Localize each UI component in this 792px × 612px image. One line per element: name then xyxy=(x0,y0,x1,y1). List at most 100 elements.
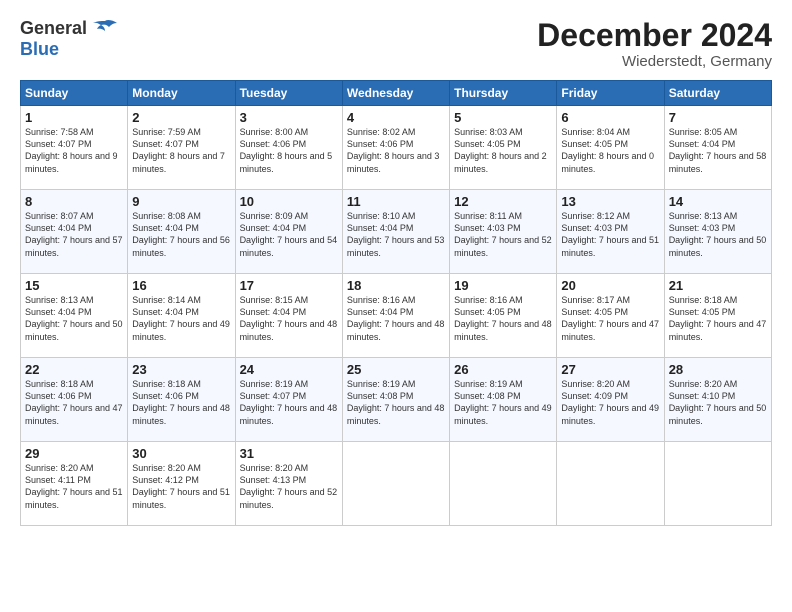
logo-general: General xyxy=(20,18,87,39)
day-number: 2 xyxy=(132,110,230,125)
calendar-cell: 7 Sunrise: 8:05 AM Sunset: 4:04 PM Dayli… xyxy=(664,106,771,190)
logo-bird-icon xyxy=(91,19,119,39)
day-number: 7 xyxy=(669,110,767,125)
day-number: 12 xyxy=(454,194,552,209)
calendar-cell: 23 Sunrise: 8:18 AM Sunset: 4:06 PM Dayl… xyxy=(128,358,235,442)
day-number: 30 xyxy=(132,446,230,461)
day-info: Sunrise: 8:19 AM Sunset: 4:08 PM Dayligh… xyxy=(347,378,445,427)
calendar-cell: 8 Sunrise: 8:07 AM Sunset: 4:04 PM Dayli… xyxy=(21,190,128,274)
calendar-cell: 1 Sunrise: 7:58 AM Sunset: 4:07 PM Dayli… xyxy=(21,106,128,190)
calendar-cell: 27 Sunrise: 8:20 AM Sunset: 4:09 PM Dayl… xyxy=(557,358,664,442)
calendar-cell: 31 Sunrise: 8:20 AM Sunset: 4:13 PM Dayl… xyxy=(235,442,342,526)
day-info: Sunrise: 8:20 AM Sunset: 4:12 PM Dayligh… xyxy=(132,462,230,511)
day-number: 15 xyxy=(25,278,123,293)
dow-header-friday: Friday xyxy=(557,81,664,106)
day-info: Sunrise: 8:07 AM Sunset: 4:04 PM Dayligh… xyxy=(25,210,123,259)
calendar-cell: 16 Sunrise: 8:14 AM Sunset: 4:04 PM Dayl… xyxy=(128,274,235,358)
dow-header-sunday: Sunday xyxy=(21,81,128,106)
calendar-cell: 2 Sunrise: 7:59 AM Sunset: 4:07 PM Dayli… xyxy=(128,106,235,190)
calendar-cell: 9 Sunrise: 8:08 AM Sunset: 4:04 PM Dayli… xyxy=(128,190,235,274)
day-number: 31 xyxy=(240,446,338,461)
day-info: Sunrise: 8:09 AM Sunset: 4:04 PM Dayligh… xyxy=(240,210,338,259)
day-info: Sunrise: 8:19 AM Sunset: 4:08 PM Dayligh… xyxy=(454,378,552,427)
calendar-cell: 19 Sunrise: 8:16 AM Sunset: 4:05 PM Dayl… xyxy=(450,274,557,358)
day-number: 4 xyxy=(347,110,445,125)
day-number: 19 xyxy=(454,278,552,293)
day-info: Sunrise: 8:02 AM Sunset: 4:06 PM Dayligh… xyxy=(347,126,445,175)
day-number: 10 xyxy=(240,194,338,209)
day-info: Sunrise: 8:20 AM Sunset: 4:10 PM Dayligh… xyxy=(669,378,767,427)
day-info: Sunrise: 8:13 AM Sunset: 4:03 PM Dayligh… xyxy=(669,210,767,259)
calendar-cell xyxy=(664,442,771,526)
subtitle: Wiederstedt, Germany xyxy=(537,53,772,70)
calendar-cell: 18 Sunrise: 8:16 AM Sunset: 4:04 PM Dayl… xyxy=(342,274,449,358)
calendar-cell: 20 Sunrise: 8:17 AM Sunset: 4:05 PM Dayl… xyxy=(557,274,664,358)
calendar-cell: 29 Sunrise: 8:20 AM Sunset: 4:11 PM Dayl… xyxy=(21,442,128,526)
day-info: Sunrise: 8:20 AM Sunset: 4:13 PM Dayligh… xyxy=(240,462,338,511)
logo: General Blue xyxy=(20,18,119,60)
day-info: Sunrise: 8:15 AM Sunset: 4:04 PM Dayligh… xyxy=(240,294,338,343)
calendar-cell: 4 Sunrise: 8:02 AM Sunset: 4:06 PM Dayli… xyxy=(342,106,449,190)
calendar-cell: 22 Sunrise: 8:18 AM Sunset: 4:06 PM Dayl… xyxy=(21,358,128,442)
day-info: Sunrise: 7:59 AM Sunset: 4:07 PM Dayligh… xyxy=(132,126,230,175)
day-info: Sunrise: 8:16 AM Sunset: 4:05 PM Dayligh… xyxy=(454,294,552,343)
dow-header-thursday: Thursday xyxy=(450,81,557,106)
calendar-cell: 25 Sunrise: 8:19 AM Sunset: 4:08 PM Dayl… xyxy=(342,358,449,442)
calendar-cell xyxy=(342,442,449,526)
day-number: 24 xyxy=(240,362,338,377)
day-number: 27 xyxy=(561,362,659,377)
calendar-cell: 28 Sunrise: 8:20 AM Sunset: 4:10 PM Dayl… xyxy=(664,358,771,442)
calendar-cell: 12 Sunrise: 8:11 AM Sunset: 4:03 PM Dayl… xyxy=(450,190,557,274)
day-number: 23 xyxy=(132,362,230,377)
calendar-cell: 13 Sunrise: 8:12 AM Sunset: 4:03 PM Dayl… xyxy=(557,190,664,274)
day-number: 25 xyxy=(347,362,445,377)
calendar-cell: 6 Sunrise: 8:04 AM Sunset: 4:05 PM Dayli… xyxy=(557,106,664,190)
logo-blue: Blue xyxy=(20,39,59,59)
day-number: 8 xyxy=(25,194,123,209)
calendar: SundayMondayTuesdayWednesdayThursdayFrid… xyxy=(20,80,772,526)
dow-header-tuesday: Tuesday xyxy=(235,81,342,106)
calendar-cell: 3 Sunrise: 8:00 AM Sunset: 4:06 PM Dayli… xyxy=(235,106,342,190)
calendar-cell: 30 Sunrise: 8:20 AM Sunset: 4:12 PM Dayl… xyxy=(128,442,235,526)
day-info: Sunrise: 8:00 AM Sunset: 4:06 PM Dayligh… xyxy=(240,126,338,175)
day-info: Sunrise: 8:17 AM Sunset: 4:05 PM Dayligh… xyxy=(561,294,659,343)
day-info: Sunrise: 8:16 AM Sunset: 4:04 PM Dayligh… xyxy=(347,294,445,343)
calendar-cell: 17 Sunrise: 8:15 AM Sunset: 4:04 PM Dayl… xyxy=(235,274,342,358)
day-info: Sunrise: 8:03 AM Sunset: 4:05 PM Dayligh… xyxy=(454,126,552,175)
day-info: Sunrise: 8:18 AM Sunset: 4:06 PM Dayligh… xyxy=(132,378,230,427)
day-number: 14 xyxy=(669,194,767,209)
header: General Blue December 2024 Wiederstedt, … xyxy=(20,18,772,70)
dow-header-saturday: Saturday xyxy=(664,81,771,106)
calendar-cell xyxy=(450,442,557,526)
day-number: 1 xyxy=(25,110,123,125)
calendar-cell xyxy=(557,442,664,526)
calendar-cell: 26 Sunrise: 8:19 AM Sunset: 4:08 PM Dayl… xyxy=(450,358,557,442)
calendar-cell: 10 Sunrise: 8:09 AM Sunset: 4:04 PM Dayl… xyxy=(235,190,342,274)
day-number: 16 xyxy=(132,278,230,293)
day-number: 3 xyxy=(240,110,338,125)
page: General Blue December 2024 Wiederstedt, … xyxy=(0,0,792,612)
day-info: Sunrise: 8:05 AM Sunset: 4:04 PM Dayligh… xyxy=(669,126,767,175)
calendar-cell: 21 Sunrise: 8:18 AM Sunset: 4:05 PM Dayl… xyxy=(664,274,771,358)
day-info: Sunrise: 8:11 AM Sunset: 4:03 PM Dayligh… xyxy=(454,210,552,259)
day-info: Sunrise: 8:20 AM Sunset: 4:11 PM Dayligh… xyxy=(25,462,123,511)
day-number: 11 xyxy=(347,194,445,209)
day-number: 5 xyxy=(454,110,552,125)
day-number: 17 xyxy=(240,278,338,293)
day-info: Sunrise: 8:04 AM Sunset: 4:05 PM Dayligh… xyxy=(561,126,659,175)
dow-header-monday: Monday xyxy=(128,81,235,106)
day-info: Sunrise: 7:58 AM Sunset: 4:07 PM Dayligh… xyxy=(25,126,123,175)
day-info: Sunrise: 8:18 AM Sunset: 4:05 PM Dayligh… xyxy=(669,294,767,343)
day-info: Sunrise: 8:19 AM Sunset: 4:07 PM Dayligh… xyxy=(240,378,338,427)
day-number: 28 xyxy=(669,362,767,377)
main-title: December 2024 xyxy=(537,18,772,53)
calendar-cell: 24 Sunrise: 8:19 AM Sunset: 4:07 PM Dayl… xyxy=(235,358,342,442)
day-info: Sunrise: 8:08 AM Sunset: 4:04 PM Dayligh… xyxy=(132,210,230,259)
day-info: Sunrise: 8:12 AM Sunset: 4:03 PM Dayligh… xyxy=(561,210,659,259)
day-number: 13 xyxy=(561,194,659,209)
calendar-cell: 11 Sunrise: 8:10 AM Sunset: 4:04 PM Dayl… xyxy=(342,190,449,274)
day-number: 29 xyxy=(25,446,123,461)
calendar-cell: 15 Sunrise: 8:13 AM Sunset: 4:04 PM Dayl… xyxy=(21,274,128,358)
day-info: Sunrise: 8:10 AM Sunset: 4:04 PM Dayligh… xyxy=(347,210,445,259)
day-number: 26 xyxy=(454,362,552,377)
